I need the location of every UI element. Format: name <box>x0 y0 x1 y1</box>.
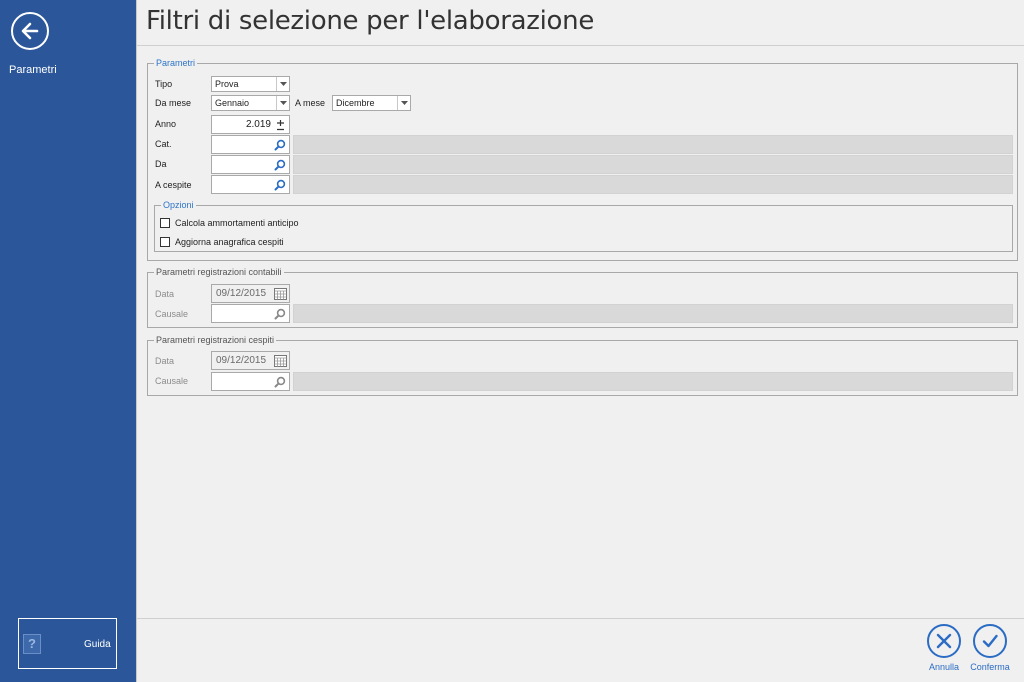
a-mese-value: Dicembre <box>336 98 375 108</box>
opzioni-group: Opzioni Calcola ammortamenti anticipo Ag… <box>154 199 1013 252</box>
search-icon[interactable] <box>273 158 287 172</box>
annulla-label: Annulla <box>928 662 960 672</box>
a-cespite-label: A cespite <box>155 180 192 190</box>
title-divider <box>137 45 1024 46</box>
reg-contabili-data-value: 09/12/2015 <box>216 288 267 299</box>
spin-icon[interactable] <box>273 118 287 132</box>
sidebar-title: Parametri <box>9 64 57 76</box>
help-icon: ? <box>23 634 41 654</box>
calendar-icon[interactable] <box>273 354 287 368</box>
reg-contabili-legend: Parametri registrazioni contabili <box>154 266 284 278</box>
help-button-label: Guida <box>84 639 111 650</box>
search-icon[interactable] <box>273 375 287 389</box>
page-title: Filtri di selezione per l'elaborazione <box>146 6 595 36</box>
a-cespite-description <box>293 175 1013 194</box>
tipo-label: Tipo <box>155 79 173 89</box>
confirm-icon <box>973 624 1007 658</box>
a-cespite-input[interactable] <box>211 175 290 194</box>
reg-contabili-data-input[interactable]: 09/12/2015 <box>211 284 290 303</box>
search-icon[interactable] <box>273 138 287 152</box>
tipo-select[interactable]: Prova <box>211 76 290 92</box>
calendar-icon[interactable] <box>273 287 287 301</box>
back-arrow-icon <box>21 22 39 40</box>
da-mese-value: Gennaio <box>215 98 250 108</box>
reg-cespiti-causale-description <box>293 372 1013 391</box>
main-panel: Filtri di selezione per l'elaborazione P… <box>136 0 1024 682</box>
reg-contabili-causale-description <box>293 304 1013 323</box>
cat-description <box>293 135 1013 154</box>
reg-contabili-causale-input[interactable] <box>211 304 290 323</box>
conferma-button[interactable]: Conferma <box>968 624 1012 676</box>
calcola-checkbox[interactable] <box>160 218 170 228</box>
dropdown-arrow-icon[interactable] <box>397 96 410 110</box>
search-icon[interactable] <box>273 178 287 192</box>
cat-input[interactable] <box>211 135 290 154</box>
tipo-value: Prova <box>215 79 239 89</box>
da-mese-select[interactable]: Gennaio <box>211 95 290 111</box>
cat-label: Cat. <box>155 139 172 149</box>
anno-value: 2.019 <box>245 119 271 130</box>
reg-cespiti-legend: Parametri registrazioni cespiti <box>154 334 277 346</box>
anno-spin-input[interactable]: 2.019 <box>211 115 290 134</box>
da-cespite-input[interactable] <box>211 155 290 174</box>
reg-cespiti-data-input[interactable]: 09/12/2015 <box>211 351 290 370</box>
calcola-label[interactable]: Calcola ammortamenti anticipo <box>175 218 299 228</box>
opzioni-legend: Opzioni <box>161 199 196 211</box>
help-button[interactable]: ? Guida <box>18 618 117 669</box>
parametri-legend: Parametri <box>154 57 198 69</box>
reg-contabili-causale-label: Causale <box>155 309 189 319</box>
back-button[interactable] <box>11 12 49 50</box>
anno-label: Anno <box>155 119 177 129</box>
reg-cespiti-data-label: Data <box>155 356 175 366</box>
da-label: Da <box>155 159 167 169</box>
reg-contabili-group: Parametri registrazioni contabili Data 0… <box>147 266 1018 328</box>
cancel-icon <box>927 624 961 658</box>
da-description <box>293 155 1013 174</box>
aggiorna-checkbox[interactable] <box>160 237 170 247</box>
parametri-group: Parametri Tipo Prova Da mese Gennaio A m… <box>147 57 1018 261</box>
dropdown-arrow-icon[interactable] <box>276 77 289 91</box>
dropdown-arrow-icon[interactable] <box>276 96 289 110</box>
aggiorna-label[interactable]: Aggiorna anagrafica cespiti <box>175 237 284 247</box>
conferma-label: Conferma <box>970 662 1010 672</box>
search-icon[interactable] <box>273 307 287 321</box>
reg-cespiti-data-value: 09/12/2015 <box>216 355 267 366</box>
reg-contabili-data-label: Data <box>155 289 175 299</box>
footer-divider <box>137 618 1024 619</box>
da-mese-label: Da mese <box>155 98 192 108</box>
a-mese-label: A mese <box>295 98 326 108</box>
annulla-button[interactable]: Annulla <box>922 624 966 676</box>
reg-cespiti-causale-label: Causale <box>155 376 189 386</box>
reg-cespiti-causale-input[interactable] <box>211 372 290 391</box>
a-mese-select[interactable]: Dicembre <box>332 95 411 111</box>
reg-cespiti-group: Parametri registrazioni cespiti Data 09/… <box>147 334 1018 396</box>
sidebar: Parametri ? Guida <box>0 0 136 682</box>
